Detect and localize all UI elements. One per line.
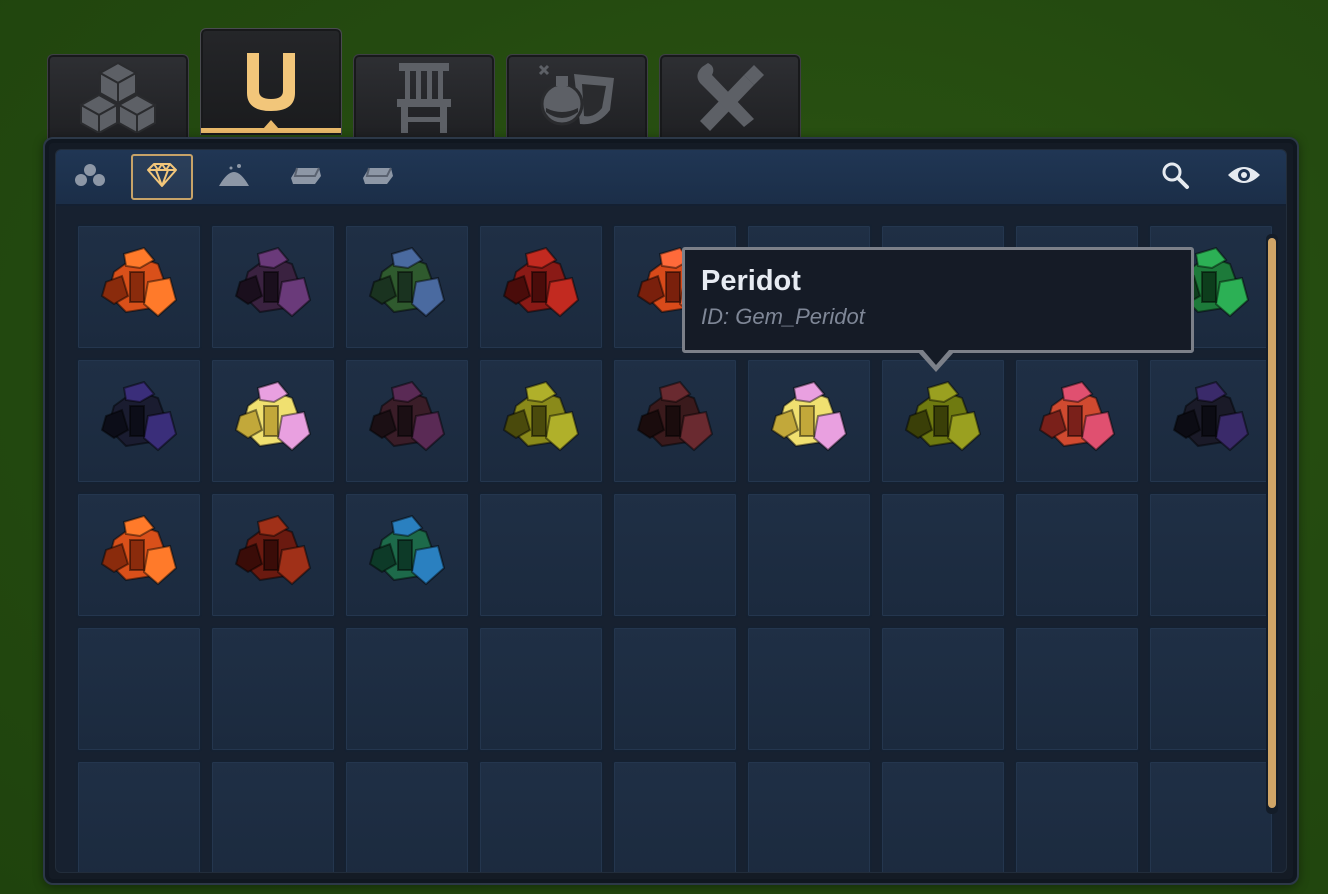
inventory-slot[interactable] bbox=[1148, 760, 1274, 872]
gem-icon bbox=[146, 162, 178, 192]
item-tooltip: Peridot ID: Gem_Peridot bbox=[682, 247, 1194, 353]
potion-shield-icon bbox=[536, 64, 618, 130]
inventory-slot[interactable] bbox=[210, 626, 336, 752]
gem-item-icon bbox=[900, 376, 986, 466]
tooltip-pointer-fill bbox=[923, 350, 949, 365]
inventory-slot[interactable] bbox=[76, 358, 202, 484]
tab-furniture[interactable] bbox=[353, 54, 495, 139]
gem-item-icon bbox=[766, 376, 852, 466]
inventory-slot[interactable] bbox=[76, 492, 202, 618]
inventory-slot[interactable] bbox=[210, 224, 336, 350]
tab-potions[interactable] bbox=[506, 54, 648, 139]
subtab-ores[interactable] bbox=[59, 154, 121, 200]
gem-item-icon bbox=[96, 376, 182, 466]
inventory-slot[interactable] bbox=[612, 760, 738, 872]
inventory-slot[interactable] bbox=[478, 626, 604, 752]
inventory-slot[interactable] bbox=[746, 760, 872, 872]
inventory-slot[interactable] bbox=[1014, 358, 1140, 484]
eye-icon bbox=[1226, 163, 1262, 191]
inventory-slot[interactable] bbox=[612, 358, 738, 484]
inventory-slot[interactable] bbox=[880, 626, 1006, 752]
ingot-bar-icon bbox=[361, 164, 395, 190]
blocks-icon bbox=[77, 61, 159, 133]
visibility-toggle[interactable] bbox=[1226, 162, 1262, 192]
gem-item-icon bbox=[230, 242, 316, 332]
inventory-slot[interactable] bbox=[1014, 492, 1140, 618]
wrench-pencil-icon bbox=[692, 63, 768, 131]
gem-item-icon bbox=[498, 242, 584, 332]
inventory-slot[interactable] bbox=[1148, 492, 1274, 618]
inventory-slot[interactable] bbox=[746, 626, 872, 752]
inventory-slot[interactable] bbox=[210, 760, 336, 872]
gem-item-icon bbox=[230, 376, 316, 466]
gem-item-icon bbox=[498, 376, 584, 466]
search-icon bbox=[1160, 160, 1190, 194]
inventory-slot[interactable] bbox=[880, 358, 1006, 484]
inventory-slot[interactable] bbox=[76, 626, 202, 752]
gem-item-icon bbox=[364, 510, 450, 600]
gem-item-icon bbox=[364, 242, 450, 332]
chair-icon bbox=[395, 61, 453, 133]
gem-item-icon bbox=[230, 510, 316, 600]
subcategory-bar bbox=[56, 150, 1286, 206]
inventory-slot[interactable] bbox=[478, 358, 604, 484]
gem-item-icon bbox=[364, 376, 450, 466]
gem-item-icon bbox=[96, 510, 182, 600]
u-magnet-icon bbox=[241, 51, 301, 113]
inventory-slot[interactable] bbox=[344, 224, 470, 350]
inventory-slot[interactable] bbox=[746, 358, 872, 484]
inventory-slot[interactable] bbox=[478, 760, 604, 872]
gem-item-icon bbox=[96, 242, 182, 332]
subtab-ingots[interactable] bbox=[275, 154, 337, 200]
subtab-dust[interactable] bbox=[203, 154, 265, 200]
subtab-bars[interactable] bbox=[347, 154, 409, 200]
subtab-gems[interactable] bbox=[131, 154, 193, 200]
inventory-slot[interactable] bbox=[344, 492, 470, 618]
inventory-slot[interactable] bbox=[1014, 626, 1140, 752]
inventory-slot[interactable] bbox=[612, 492, 738, 618]
tooltip-title: Peridot bbox=[701, 265, 801, 297]
tooltip-item-id: ID: Gem_Peridot bbox=[701, 304, 865, 329]
gem-item-icon bbox=[1034, 376, 1120, 466]
inventory-slot[interactable] bbox=[210, 492, 336, 618]
inventory-slot[interactable] bbox=[478, 224, 604, 350]
tab-blocks[interactable] bbox=[47, 54, 189, 139]
gem-item-icon bbox=[632, 376, 718, 466]
inventory-slot[interactable] bbox=[76, 224, 202, 350]
inventory-slot[interactable] bbox=[344, 626, 470, 752]
inventory-slot[interactable] bbox=[1148, 626, 1274, 752]
inventory-slot[interactable] bbox=[210, 358, 336, 484]
inventory-slot[interactable] bbox=[880, 760, 1006, 872]
tab-tools[interactable] bbox=[659, 54, 801, 139]
inventory-slot[interactable] bbox=[76, 760, 202, 872]
tab-magnet[interactable] bbox=[200, 28, 342, 135]
inventory-slot[interactable] bbox=[1148, 358, 1274, 484]
gem-item-icon bbox=[1168, 376, 1254, 466]
inventory-slot[interactable] bbox=[478, 492, 604, 618]
inventory-slot[interactable] bbox=[880, 492, 1006, 618]
ores-icon bbox=[73, 162, 107, 192]
scrollbar-thumb[interactable] bbox=[1268, 238, 1276, 808]
inventory-slot[interactable] bbox=[612, 626, 738, 752]
inventory-slot[interactable] bbox=[1014, 760, 1140, 872]
active-tab-indicator bbox=[263, 120, 279, 129]
inventory-slot[interactable] bbox=[746, 492, 872, 618]
search-button[interactable] bbox=[1160, 162, 1190, 192]
inventory-slot[interactable] bbox=[344, 358, 470, 484]
inventory-slot[interactable] bbox=[344, 760, 470, 872]
ingot-icon bbox=[289, 164, 323, 190]
dust-pile-icon bbox=[217, 162, 251, 192]
